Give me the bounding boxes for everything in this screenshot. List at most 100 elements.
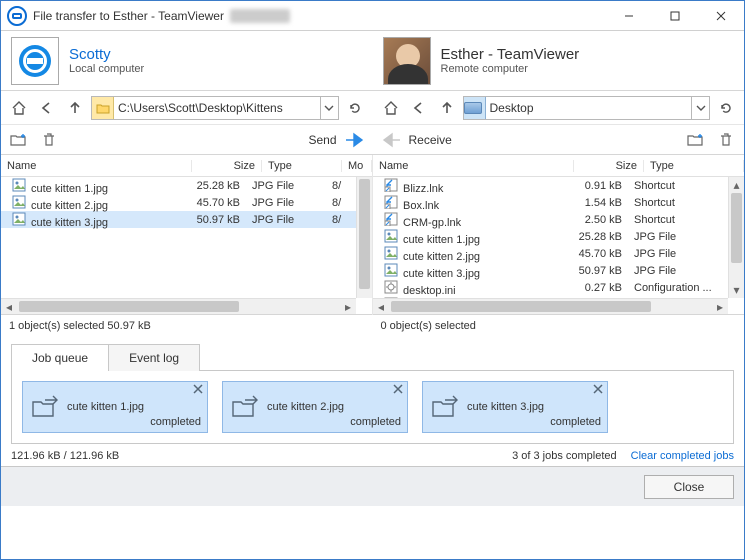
file-size: 25.28 kB <box>176 180 246 192</box>
tab-event-log[interactable]: Event log <box>109 344 200 371</box>
local-nav: C:\Users\Scott\Desktop\Kittens <box>1 91 373 125</box>
vertical-scrollbar[interactable]: ▴ ▾ <box>728 177 744 298</box>
file-row[interactable]: CRM-gp.lnk2.50 kBShortcut <box>373 211 728 228</box>
chevron-down-icon[interactable] <box>691 97 709 119</box>
home-button-local[interactable] <box>7 96 31 120</box>
refresh-button-local[interactable] <box>343 96 367 120</box>
home-button-remote[interactable] <box>379 96 403 120</box>
maximize-button[interactable] <box>652 1 698 31</box>
file-name: cute kitten 1.jpg <box>373 228 558 246</box>
file-name: cute kitten 2.jpg <box>373 245 558 263</box>
new-folder-button-local[interactable] <box>7 128 31 152</box>
local-name: Scotty <box>69 46 144 63</box>
chevron-down-icon[interactable] <box>320 97 338 119</box>
horizontal-scrollbar[interactable]: ◂▸ <box>373 298 728 314</box>
transfer-icon <box>429 391 461 423</box>
job-remove-button[interactable] <box>193 384 203 394</box>
file-row[interactable]: cute kitten 3.jpg50.97 kBJPG File <box>373 262 728 279</box>
up-button-remote[interactable] <box>435 96 459 120</box>
file-name: cute kitten 1.jpg <box>1 177 176 195</box>
file-row[interactable]: cute kitten 2.jpg45.70 kBJPG File <box>373 245 728 262</box>
close-button[interactable]: Close <box>644 475 734 499</box>
local-columns-header[interactable]: Name Size Type Mo <box>1 155 372 177</box>
file-row[interactable]: cute kitten 1.jpg25.28 kBJPG File <box>373 228 728 245</box>
local-toolbar: Send <box>1 125 373 155</box>
file-type: JPG File <box>628 248 728 260</box>
local-path-combo[interactable]: C:\Users\Scott\Desktop\Kittens <box>91 96 339 120</box>
file-name: CRM-gp.lnk <box>373 211 558 229</box>
file-size: 25.28 kB <box>558 231 628 243</box>
job-queue-panel: cute kitten 1.jpg completed cute kitten 2.… <box>11 370 734 444</box>
back-button-remote[interactable] <box>407 96 431 120</box>
delete-button-remote[interactable] <box>714 128 738 152</box>
file-row[interactable]: cute kitten 3.jpg50.97 kBJPG File8/ <box>1 211 356 228</box>
send-label: Send <box>308 133 336 147</box>
job-area: Job queue Event log cute kitten 1.jpg com… <box>1 337 744 446</box>
horizontal-scrollbar[interactable]: ◂▸ <box>1 298 356 314</box>
app-icon <box>7 6 27 26</box>
col-name[interactable]: Name <box>373 160 574 172</box>
col-size[interactable]: Size <box>574 160 644 172</box>
job-filename: cute kitten 3.jpg <box>467 401 544 413</box>
remote-name: Esther - TeamViewer <box>441 46 580 63</box>
receive-button[interactable] <box>379 128 403 152</box>
clear-completed-link[interactable]: Clear completed jobs <box>631 450 734 462</box>
remote-path-combo[interactable]: Desktop <box>463 96 711 120</box>
window-title: File transfer to Esther - TeamViewer <box>33 9 224 23</box>
file-name: Blizz.lnk <box>373 177 558 195</box>
job-card[interactable]: cute kitten 2.jpgcompleted <box>222 381 408 433</box>
file-size: 1.54 kB <box>558 197 628 209</box>
local-file-list[interactable]: cute kitten 1.jpg25.28 kBJPG File8/cute … <box>1 177 356 314</box>
file-size: 45.70 kB <box>176 197 246 209</box>
file-name: desktop.ini <box>373 279 558 297</box>
blurred-text <box>230 9 290 23</box>
file-row[interactable]: Box.lnk1.54 kBShortcut <box>373 194 728 211</box>
transfer-status-bar: 121.96 kB / 121.96 kB 3 of 3 jobs comple… <box>1 446 744 466</box>
new-folder-button-remote[interactable] <box>684 128 708 152</box>
file-size: 45.70 kB <box>558 248 628 260</box>
job-filename: cute kitten 1.jpg <box>67 401 144 413</box>
col-name[interactable]: Name <box>1 160 192 172</box>
file-type: JPG File <box>628 265 728 277</box>
file-type: JPG File <box>246 180 326 192</box>
local-pane: Name Size Type Mo cute kitten 1.jpg25.28… <box>1 155 373 315</box>
job-tabs: Job queue Event log <box>11 343 734 370</box>
drive-icon <box>464 97 486 119</box>
job-state: completed <box>150 416 201 428</box>
job-remove-button[interactable] <box>393 384 403 394</box>
refresh-button-remote[interactable] <box>714 96 738 120</box>
close-window-button[interactable] <box>698 1 744 31</box>
minimize-button[interactable] <box>606 1 652 31</box>
col-modified[interactable]: Mo <box>342 160 372 172</box>
file-name: Box.lnk <box>373 194 558 212</box>
file-row[interactable]: cute kitten 2.jpg45.70 kBJPG File8/ <box>1 194 356 211</box>
remote-file-list[interactable]: Blizz.lnk0.91 kBShortcutBox.lnk1.54 kBSh… <box>373 177 728 314</box>
remote-path-text: Desktop <box>486 101 692 115</box>
job-state: completed <box>550 416 601 428</box>
vertical-scrollbar[interactable] <box>356 177 372 298</box>
file-icon <box>383 177 399 193</box>
file-size: 0.91 kB <box>558 180 628 192</box>
file-row[interactable]: Blizz.lnk0.91 kBShortcut <box>373 177 728 194</box>
job-remove-button[interactable] <box>593 384 603 394</box>
file-icon <box>383 211 399 227</box>
remote-columns-header[interactable]: Name Size Type <box>373 155 744 177</box>
file-row[interactable]: cute kitten 1.jpg25.28 kBJPG File8/ <box>1 177 356 194</box>
job-card[interactable]: cute kitten 3.jpg completed <box>422 381 608 433</box>
send-button[interactable] <box>343 128 367 152</box>
selection-status-row: 1 object(s) selected 50.97 kB 0 object(s… <box>1 315 744 337</box>
file-size: 0.27 kB <box>558 282 628 294</box>
file-row[interactable]: desktop.ini0.27 kBConfiguration ... <box>373 279 728 296</box>
file-icon <box>383 262 399 278</box>
back-button-local[interactable] <box>35 96 59 120</box>
tab-job-queue[interactable]: Job queue <box>11 344 109 371</box>
job-card[interactable]: cute kitten 1.jpg completed <box>22 381 208 433</box>
col-size[interactable]: Size <box>192 160 262 172</box>
col-type[interactable]: Type <box>644 160 744 172</box>
col-type[interactable]: Type <box>262 160 342 172</box>
job-filename: cute kitten 2.jpg <box>267 401 344 413</box>
up-button-local[interactable] <box>63 96 87 120</box>
remote-toolbar: Receive <box>373 125 745 155</box>
navigation-bars: C:\Users\Scott\Desktop\Kittens Desktop <box>1 91 744 125</box>
delete-button-local[interactable] <box>37 128 61 152</box>
